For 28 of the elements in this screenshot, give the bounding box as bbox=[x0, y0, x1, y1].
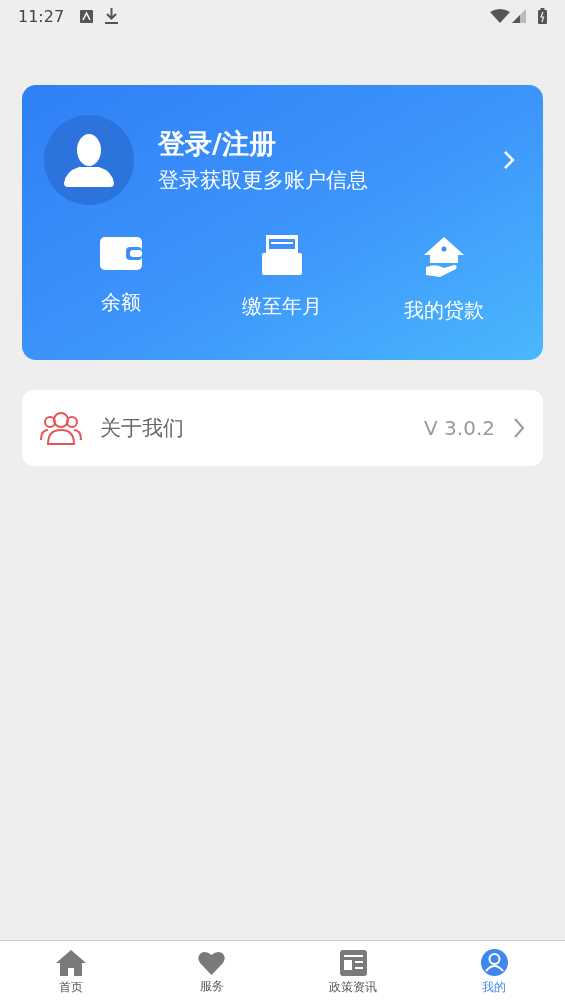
news-icon bbox=[339, 949, 367, 976]
menu-label: 关于我们 bbox=[100, 415, 185, 442]
wifi-icon bbox=[490, 9, 510, 23]
tab[interactable]: 服务 bbox=[141, 941, 283, 1004]
chevron-right-icon bbox=[513, 417, 525, 439]
user-icon bbox=[480, 949, 508, 976]
download-icon bbox=[105, 8, 119, 24]
shortcut-label[interactable]: 缴至年月 bbox=[242, 293, 323, 320]
login-title[interactable]: 登录/注册 bbox=[158, 126, 479, 162]
login-subtitle: 登录获取更多账户信息 bbox=[158, 167, 369, 194]
menu-row[interactable]: 关于我们 V 3.0.2 bbox=[22, 390, 543, 466]
version-text: V 3.0.2 bbox=[424, 416, 495, 440]
wallet-icon bbox=[99, 235, 142, 271]
people-icon bbox=[40, 410, 82, 446]
home-icon bbox=[55, 949, 86, 976]
chevron-right-icon[interactable] bbox=[503, 150, 515, 170]
keyboard-icon bbox=[80, 9, 94, 23]
tab[interactable]: 我的 bbox=[423, 941, 565, 1004]
document-icon bbox=[262, 235, 303, 275]
status-time: 11:27 bbox=[18, 6, 65, 26]
tab[interactable]: 政策资讯 bbox=[282, 941, 424, 1004]
signal-icon bbox=[512, 9, 526, 23]
shortcut-label[interactable]: 余额 bbox=[100, 289, 141, 316]
tab[interactable]: 首页 bbox=[0, 941, 142, 1004]
heart-icon bbox=[198, 950, 226, 975]
person-icon bbox=[64, 133, 114, 187]
battery-icon bbox=[538, 8, 547, 24]
shortcut-label[interactable]: 我的贷款 bbox=[404, 297, 485, 324]
